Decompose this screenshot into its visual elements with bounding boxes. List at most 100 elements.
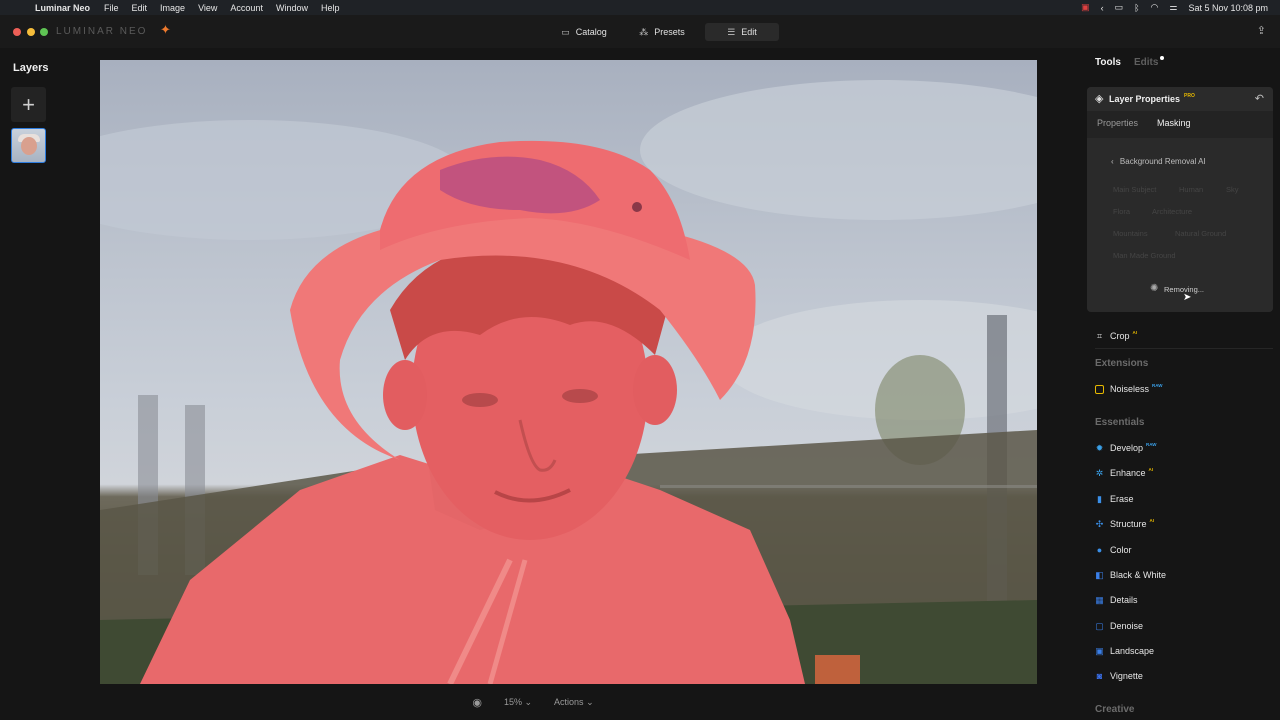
erase-label: Erase bbox=[1110, 494, 1134, 504]
macos-menu-bar: Luminar Neo File Edit Image View Account… bbox=[0, 0, 1280, 15]
layer-thumbnail[interactable] bbox=[11, 128, 46, 163]
tool-structure[interactable]: ✣ Structure AI bbox=[1095, 516, 1154, 532]
battery-icon[interactable]: ▭ bbox=[1115, 2, 1124, 13]
zoom-dropdown[interactable]: 15% ⌄ bbox=[504, 697, 532, 708]
vignette-icon: ◙ bbox=[1096, 670, 1103, 681]
tool-erase[interactable]: ▮ Erase bbox=[1095, 491, 1134, 507]
menu-app-name[interactable]: Luminar Neo bbox=[35, 3, 90, 13]
tab-edits[interactable]: Edits bbox=[1134, 57, 1158, 68]
tab-presets-label: Presets bbox=[654, 27, 685, 37]
folder-icon: ▭ bbox=[561, 26, 570, 37]
menu-datetime[interactable]: Sat 5 Nov 10:08 pm bbox=[1188, 3, 1268, 13]
menu-edit[interactable]: Edit bbox=[132, 3, 148, 13]
chip-architecture[interactable]: Architecture bbox=[1152, 207, 1192, 216]
layer-properties-card: ◈ Layer Properties PRO ↶ Properties Mask… bbox=[1087, 87, 1273, 312]
tool-black-white[interactable]: ◧ Black & White bbox=[1095, 567, 1166, 583]
chevron-left-icon[interactable]: ‹ bbox=[1101, 3, 1104, 13]
noiseless-icon bbox=[1095, 384, 1104, 394]
add-layer-button[interactable]: + bbox=[11, 87, 46, 122]
tools-panel: Tools Edits ◈ Layer Properties PRO ↶ Pro… bbox=[1080, 48, 1280, 720]
enhance-icon: ✲ bbox=[1095, 467, 1104, 478]
control-center-icon[interactable]: ⚌ bbox=[1169, 2, 1177, 13]
edits-indicator-dot bbox=[1160, 56, 1164, 60]
details-icon: ▦ bbox=[1095, 594, 1104, 605]
minimize-window-button[interactable] bbox=[27, 28, 35, 36]
actions-label: Actions bbox=[554, 696, 584, 707]
chip-natural-ground[interactable]: Natural Ground bbox=[1175, 229, 1226, 238]
section-creative: Creative bbox=[1095, 704, 1135, 715]
chip-mountains[interactable]: Mountains bbox=[1113, 229, 1148, 238]
chip-sky[interactable]: Sky bbox=[1226, 185, 1239, 194]
menu-image[interactable]: Image bbox=[160, 3, 185, 13]
crop-badge: AI bbox=[1132, 330, 1138, 335]
enhance-badge: AI bbox=[1148, 467, 1154, 472]
develop-label: Develop bbox=[1110, 443, 1144, 453]
color-icon: ● bbox=[1096, 544, 1103, 555]
chip-flora[interactable]: Flora bbox=[1113, 207, 1130, 216]
tab-catalog[interactable]: ▭ Catalog bbox=[548, 23, 620, 41]
tool-details[interactable]: ▦ Details bbox=[1095, 592, 1138, 608]
tool-color[interactable]: ● Color bbox=[1095, 542, 1132, 558]
tab-edit-label: Edit bbox=[741, 27, 757, 37]
eye-icon[interactable]: ◉ bbox=[472, 696, 482, 709]
tool-denoise[interactable]: ▢ Denoise bbox=[1095, 618, 1143, 634]
color-label: Color bbox=[1110, 545, 1132, 555]
chevron-left-icon: ‹ bbox=[1111, 157, 1114, 166]
subtab-masking[interactable]: Masking bbox=[1157, 118, 1191, 128]
tool-vignette[interactable]: ◙ Vignette bbox=[1095, 668, 1143, 684]
tool-enhance[interactable]: ✲ Enhance AI bbox=[1095, 465, 1153, 481]
back-to-background-removal[interactable]: ‹ Background Removal AI bbox=[1111, 157, 1206, 166]
share-icon[interactable]: ⇪ bbox=[1257, 24, 1266, 37]
structure-icon: ✣ bbox=[1095, 518, 1104, 529]
structure-badge: AI bbox=[1149, 518, 1155, 523]
bluetooth-icon[interactable]: ᛒ bbox=[1134, 3, 1139, 13]
divider bbox=[1095, 348, 1273, 349]
landscape-label: Landscape bbox=[1110, 646, 1155, 656]
tab-tools[interactable]: Tools bbox=[1095, 57, 1121, 68]
plus-icon: + bbox=[22, 91, 35, 117]
menu-view[interactable]: View bbox=[198, 3, 217, 13]
layer-properties-title: Layer Properties bbox=[1109, 94, 1181, 104]
erase-icon: ▮ bbox=[1097, 493, 1102, 504]
wifi-icon[interactable]: ◠ bbox=[1151, 2, 1159, 13]
structure-label: Structure bbox=[1110, 519, 1147, 529]
layers-icon: ◈ bbox=[1095, 93, 1104, 105]
subtab-properties[interactable]: Properties bbox=[1097, 118, 1138, 128]
record-icon[interactable]: ▣ bbox=[1081, 2, 1090, 13]
tool-noiseless[interactable]: Noiseless RAW bbox=[1095, 381, 1163, 397]
tool-landscape[interactable]: ▣ Landscape bbox=[1095, 643, 1154, 659]
denoise-label: Denoise bbox=[1110, 621, 1144, 631]
thumbnail-face bbox=[21, 137, 37, 155]
details-label: Details bbox=[1110, 595, 1138, 605]
layers-title: Layers bbox=[13, 62, 49, 74]
reset-icon[interactable]: ↶ bbox=[1255, 92, 1264, 105]
spinner-icon: ✺ bbox=[1150, 283, 1159, 294]
menu-account[interactable]: Account bbox=[230, 3, 263, 13]
crop-icon: ⌗ bbox=[1096, 330, 1103, 341]
chip-man-made-ground[interactable]: Man Made Ground bbox=[1113, 251, 1176, 260]
menu-window[interactable]: Window bbox=[276, 3, 308, 13]
chip-human[interactable]: Human bbox=[1179, 185, 1203, 194]
tool-crop[interactable]: ⌗ Crop AI bbox=[1095, 328, 1137, 344]
sliders-icon: ☰ bbox=[727, 26, 736, 37]
extensions-icon[interactable]: ✦ bbox=[160, 22, 171, 38]
background-removal-label: Background Removal AI bbox=[1119, 157, 1206, 166]
tab-catalog-label: Catalog bbox=[575, 27, 607, 37]
vignette-label: Vignette bbox=[1110, 671, 1143, 681]
layer-properties-header[interactable]: ◈ Layer Properties PRO ↶ bbox=[1087, 87, 1273, 111]
chip-main-subject[interactable]: Main Subject bbox=[1113, 185, 1156, 194]
tool-develop[interactable]: ✹ Develop RAW bbox=[1095, 440, 1157, 456]
menu-help[interactable]: Help bbox=[321, 3, 340, 13]
photo-canvas[interactable] bbox=[100, 60, 1037, 684]
zoom-window-button[interactable] bbox=[40, 28, 48, 36]
menu-file[interactable]: File bbox=[104, 3, 119, 13]
bw-icon: ◧ bbox=[1095, 569, 1104, 580]
crop-label: Crop bbox=[1110, 331, 1130, 341]
photo-illustration bbox=[100, 80, 1037, 684]
actions-dropdown[interactable]: Actions ⌄ bbox=[554, 697, 594, 708]
close-window-button[interactable] bbox=[13, 28, 21, 36]
tab-presets[interactable]: ⁂ Presets bbox=[628, 23, 696, 41]
noiseless-label: Noiseless bbox=[1110, 384, 1150, 394]
bw-label: Black & White bbox=[1110, 570, 1167, 580]
tab-edit[interactable]: ☰ Edit bbox=[705, 23, 779, 41]
